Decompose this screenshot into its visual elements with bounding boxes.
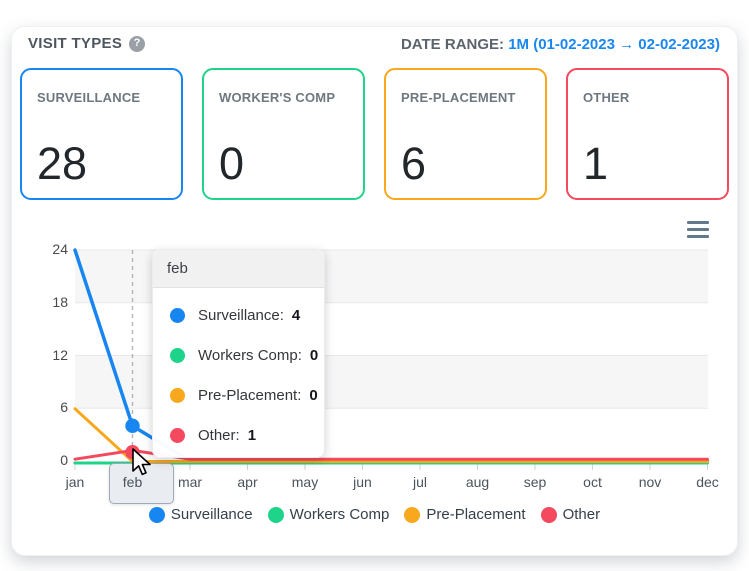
x-axis-label-apr: apr <box>219 474 277 490</box>
legend-marker-icon <box>268 507 284 523</box>
y-axis-label: 24 <box>28 241 68 257</box>
tooltip-series-dot-icon <box>170 308 185 323</box>
legend-item-other[interactable]: Other <box>541 506 601 523</box>
legend-item-surveillance[interactable]: Surveillance <box>149 506 253 523</box>
tooltip-series-label: Other: <box>198 427 240 444</box>
legend-marker-icon <box>404 507 420 523</box>
tooltip-series-dot-icon <box>170 428 185 443</box>
tooltip-row: Pre-Placement: 0 <box>153 375 324 415</box>
x-axis-label-dec: dec <box>679 474 737 490</box>
legend-label: Pre-Placement <box>426 506 525 523</box>
tooltip-series-value: 0 <box>309 387 317 404</box>
x-axis-label-oct: oct <box>564 474 622 490</box>
legend-marker-icon <box>541 507 557 523</box>
x-axis-label-jul: jul <box>391 474 449 490</box>
tooltip-title: feb <box>153 250 324 288</box>
tooltip-series-value: 4 <box>292 307 300 324</box>
x-axis-label-nov: nov <box>621 474 679 490</box>
tooltip-series-label: Pre-Placement: <box>198 387 301 404</box>
y-axis-label: 6 <box>28 399 68 415</box>
legend-item-workers-comp[interactable]: Workers Comp <box>268 506 390 523</box>
tooltip-row: Workers Comp: 0 <box>153 335 324 375</box>
point-marker-surveillance[interactable] <box>125 419 139 433</box>
y-axis-label: 18 <box>28 294 68 310</box>
tooltip-series-label: Surveillance: <box>198 307 284 324</box>
x-axis-label-jan: jan <box>46 474 104 490</box>
visit-types-widget: VISIT TYPES ? DATE RANGE: 1M (01-02-2023… <box>0 0 749 571</box>
tooltip-series-label: Workers Comp: <box>198 347 302 364</box>
chart-legend: Surveillance Workers Comp Pre-Placement Oth… <box>11 506 738 523</box>
x-axis-label-may: may <box>276 474 334 490</box>
x-axis-label-aug: aug <box>449 474 507 490</box>
tooltip-row: Other: 1 <box>153 415 324 455</box>
tooltip-series-value: 0 <box>310 347 318 364</box>
tooltip-row: Surveillance: 4 <box>153 295 324 335</box>
tooltip-series-dot-icon <box>170 388 185 403</box>
x-axis-label-mar: mar <box>161 474 219 490</box>
legend-label: Surveillance <box>171 506 253 523</box>
y-axis-label: 0 <box>28 452 68 468</box>
chart-tooltip: feb Surveillance:4Workers Comp:0Pre-Plac… <box>152 249 325 458</box>
y-axis-label: 12 <box>28 347 68 363</box>
tooltip-series-value: 1 <box>248 427 256 444</box>
legend-marker-icon <box>149 507 165 523</box>
mouse-cursor-icon <box>131 448 153 478</box>
x-axis-label-sep: sep <box>506 474 564 490</box>
legend-label: Workers Comp <box>290 506 390 523</box>
legend-label: Other <box>563 506 601 523</box>
legend-item-pre-placement[interactable]: Pre-Placement <box>404 506 525 523</box>
x-axis-label-jun: jun <box>334 474 392 490</box>
tooltip-series-dot-icon <box>170 348 185 363</box>
